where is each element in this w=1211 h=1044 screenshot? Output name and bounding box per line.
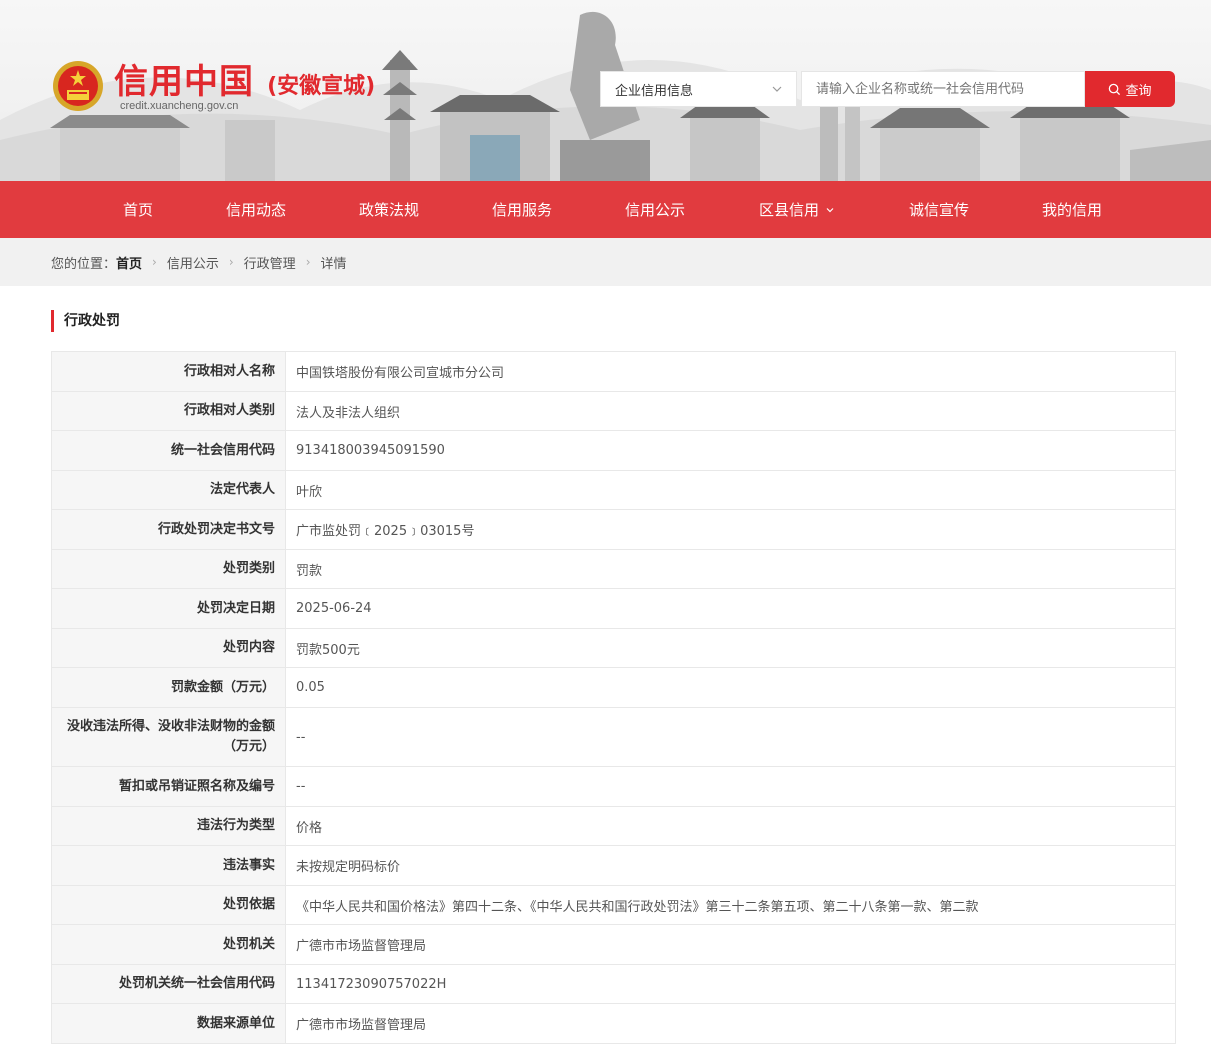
table-row: 处罚决定日期 2025-06-24 — [52, 589, 1176, 629]
field-value: 广市监处罚﹝2025﹞03015号 — [286, 510, 1176, 549]
table-row: 数据来源单位 广德市市场监督管理局 — [52, 1004, 1176, 1044]
field-label: 违法事实 — [52, 846, 286, 885]
field-value: -- — [286, 767, 1176, 806]
table-row: 没收违法所得、没收非法财物的金额（万元） -- — [52, 708, 1176, 767]
table-row: 罚款金额（万元） 0.05 — [52, 668, 1176, 708]
field-label: 处罚类别 — [52, 550, 286, 588]
field-value: 未按规定明码标价 — [286, 846, 1176, 885]
chevron-down-icon — [772, 86, 782, 92]
chevron-down-icon — [826, 207, 834, 212]
field-value: 法人及非法人组织 — [286, 392, 1176, 430]
search-button-label: 查询 — [1125, 83, 1152, 99]
breadcrumb-item-credit-publicity[interactable]: 信用公示 — [167, 253, 219, 272]
table-row: 行政相对人类别 法人及非法人组织 — [52, 392, 1176, 431]
section-title: 行政处罚 — [51, 310, 120, 332]
field-label: 行政处罚决定书文号 — [52, 510, 286, 549]
field-label: 违法行为类型 — [52, 807, 286, 845]
search-bar: 企业信用信息 查询 — [600, 71, 1175, 107]
search-category-label: 企业信用信息 — [615, 83, 694, 99]
table-row: 违法行为类型 价格 — [52, 807, 1176, 846]
field-label: 行政相对人类别 — [52, 392, 286, 430]
field-value: 中国铁塔股份有限公司宣城市分公司 — [286, 352, 1176, 391]
table-row: 暂扣或吊销证照名称及编号 -- — [52, 767, 1176, 807]
table-row: 统一社会信用代码 913418003945091590 — [52, 431, 1176, 471]
field-value: 价格 — [286, 807, 1176, 845]
table-row: 法定代表人 叶欣 — [52, 471, 1176, 510]
table-row: 违法事实 未按规定明码标价 — [52, 846, 1176, 886]
nav-item-my-credit[interactable]: 我的信用 — [1041, 181, 1103, 238]
site-title: 信用中国 — [114, 62, 254, 102]
field-value: -- — [286, 708, 1176, 766]
table-row: 行政相对人名称 中国铁塔股份有限公司宣城市分公司 — [52, 352, 1176, 392]
nav-item-policy[interactable]: 政策法规 — [358, 181, 420, 238]
field-value: 《中华人民共和国价格法》第四十二条、《中华人民共和国行政处罚法》第三十二条第五项… — [286, 886, 1176, 924]
chevron-right-icon: › — [228, 255, 234, 269]
breadcrumb-item-detail: 详情 — [320, 256, 347, 272]
nav-item-credit-news[interactable]: 信用动态 — [225, 181, 287, 238]
field-value: 广德市市场监督管理局 — [286, 1004, 1176, 1043]
breadcrumb-home[interactable]: 首页 — [116, 253, 142, 272]
table-row: 处罚类别 罚款 — [52, 550, 1176, 589]
table-row: 处罚机关统一社会信用代码 11341723090757022H — [52, 965, 1176, 1004]
nav-item-credit-publicity[interactable]: 信用公示 — [624, 181, 686, 238]
details-table: 行政相对人名称 中国铁塔股份有限公司宣城市分公司 行政相对人类别 法人及非法人组织 … — [51, 351, 1176, 1044]
table-row: 处罚内容 罚款500元 — [52, 629, 1176, 668]
field-label: 没收违法所得、没收非法财物的金额（万元） — [52, 708, 286, 766]
search-button[interactable]: 查询 — [1085, 71, 1175, 107]
field-label: 法定代表人 — [52, 471, 286, 509]
nav-item-credit-service[interactable]: 信用服务 — [491, 181, 553, 238]
field-label: 统一社会信用代码 — [52, 431, 286, 470]
search-category-select[interactable]: 企业信用信息 — [600, 71, 797, 107]
field-value: 0.05 — [286, 668, 1176, 707]
national-emblem-icon — [53, 61, 103, 111]
field-label: 处罚内容 — [52, 629, 286, 667]
field-value: 11341723090757022H — [286, 965, 1176, 1003]
search-icon — [1109, 83, 1121, 95]
site-region: (安徽宣城) — [267, 74, 376, 99]
field-label: 处罚机关 — [52, 925, 286, 964]
breadcrumb-item-admin[interactable]: 行政管理 — [244, 253, 296, 272]
field-label: 数据来源单位 — [52, 1004, 286, 1043]
field-value: 2025-06-24 — [286, 589, 1176, 628]
field-value: 913418003945091590 — [286, 431, 1176, 470]
field-value: 罚款 — [286, 550, 1176, 588]
chevron-right-icon: › — [152, 255, 157, 269]
field-label: 处罚决定日期 — [52, 589, 286, 628]
site-url: credit.xuancheng.gov.cn — [120, 100, 239, 112]
nav-item-home[interactable]: 首页 — [123, 181, 153, 238]
field-label: 处罚机关统一社会信用代码 — [52, 965, 286, 1003]
nav-item-integrity-promotion[interactable]: 诚信宣传 — [908, 181, 970, 238]
field-label: 暂扣或吊销证照名称及编号 — [52, 767, 286, 806]
field-label: 处罚依据 — [52, 886, 286, 924]
field-label: 罚款金额（万元） — [52, 668, 286, 707]
header-banner: 信用中国 (安徽宣城) credit.xuancheng.gov.cn 企业信用… — [0, 0, 1211, 181]
field-value: 罚款500元 — [286, 629, 1176, 667]
search-input[interactable] — [801, 71, 1085, 107]
table-row: 处罚依据 《中华人民共和国价格法》第四十二条、《中华人民共和国行政处罚法》第三十二… — [52, 886, 1176, 925]
nav-item-county-credit[interactable]: 区县信用 — [757, 181, 837, 238]
field-value: 广德市市场监督管理局 — [286, 925, 1176, 964]
chevron-right-icon: › — [305, 255, 311, 269]
table-row: 行政处罚决定书文号 广市监处罚﹝2025﹞03015号 — [52, 510, 1176, 550]
site-logo[interactable]: 信用中国 (安徽宣城) credit.xuancheng.gov.cn — [52, 60, 375, 112]
field-label: 行政相对人名称 — [52, 352, 286, 391]
breadcrumb-prefix: 您的位置： — [51, 256, 117, 272]
main-nav: 首页 信用动态 政策法规 信用服务 信用公示 区县信用 诚信宣传 我的信用 — [0, 181, 1211, 238]
field-value: 叶欣 — [286, 471, 1176, 509]
table-row: 处罚机关 广德市市场监督管理局 — [52, 925, 1176, 965]
breadcrumb: 您的位置： 首页 › 信用公示 › 行政管理 › 详情 — [0, 238, 1211, 286]
